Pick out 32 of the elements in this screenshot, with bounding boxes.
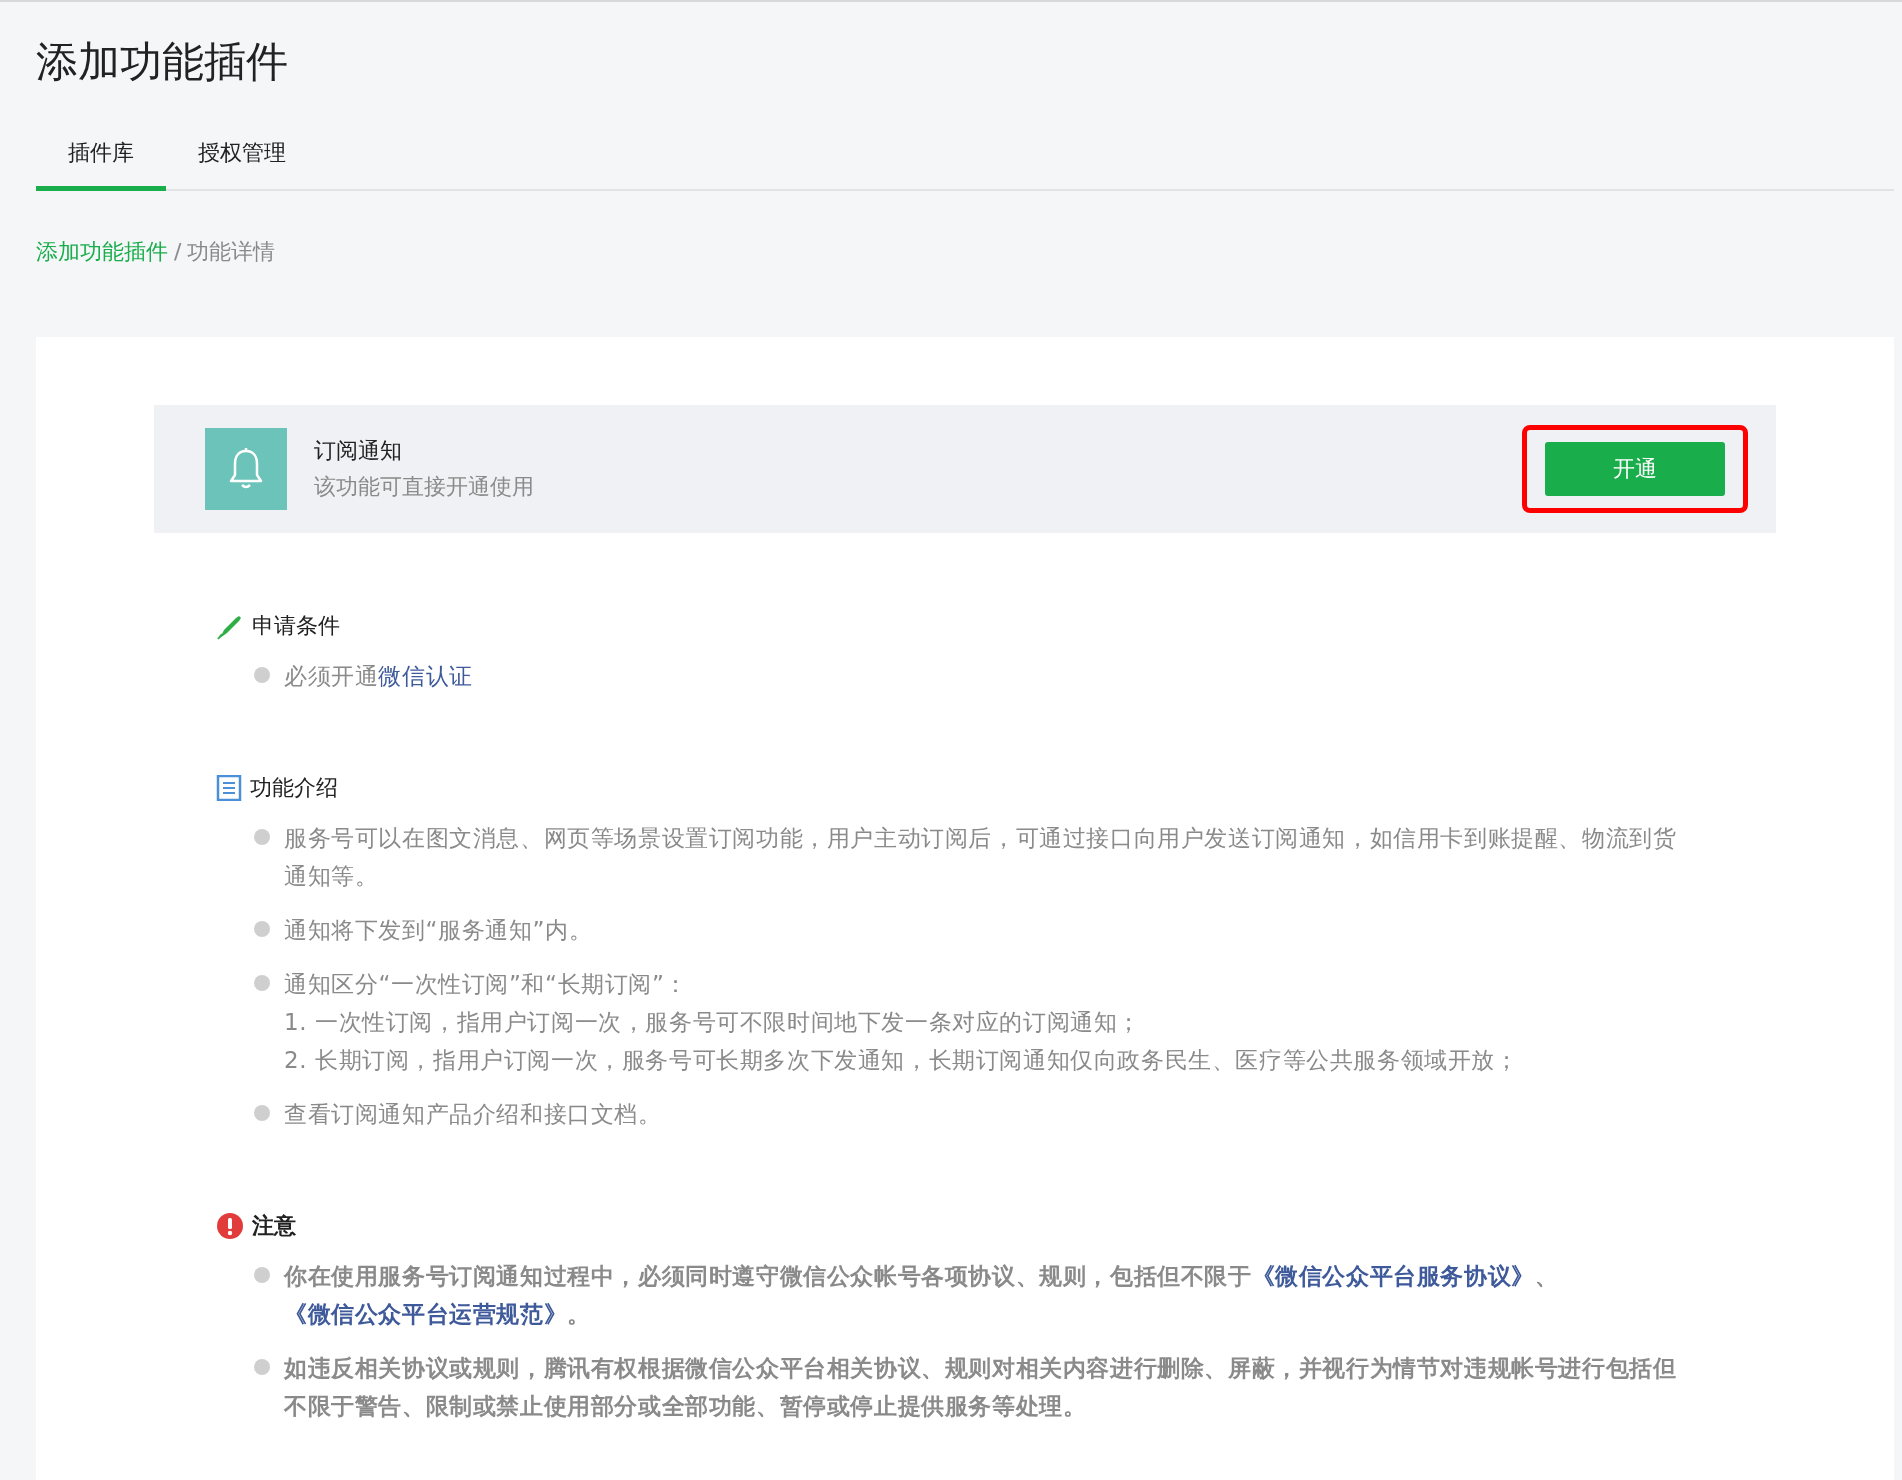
bullet-dot: [254, 1359, 270, 1375]
text-link[interactable]: 《微信公众平台运营规范》: [284, 1301, 568, 1327]
bullet-dot: [254, 921, 270, 937]
bullet-dot: [254, 1105, 270, 1121]
bullet-text: 你在使用服务号订阅通知过程中，必须同时遵守微信公众帐号各项协议、规则，包括但不限于《微信公众平台服务协议》、 《微信公众平台运营规范》。: [284, 1262, 1560, 1329]
numbered-line: 2. 长期订阅，指用户订阅一次，服务号可长期多次下发通知，长期订阅通知仅向政务民生、医疗等公共服务领域开放；: [284, 1046, 1519, 1075]
bullet-text: 通知将下发到“服务通知”内。: [284, 916, 593, 945]
text-link[interactable]: 《微信公众平台服务协议》: [1251, 1263, 1535, 1289]
tab[interactable]: 授权管理: [166, 138, 318, 191]
bullet-text: 必须开通微信认证: [284, 662, 473, 691]
bullet-dot: [254, 1267, 270, 1283]
breadcrumb-current: 功能详情: [187, 238, 276, 266]
section-title: 注意: [252, 1212, 296, 1240]
numbered-line: 1. 一次性订阅，指用户订阅一次，服务号可不限时间地下发一条对应的订阅通知；: [284, 1008, 1143, 1037]
bullet-text: 如违反相关协议或规则，腾讯有权根据微信公众平台相关协议、规则对相关内容进行删除、屏蔽，并视行为情节对违规帐号进行包括但不限于警告、限制或禁止使用部分或全部功能、暂停或停止提供服务等处理。: [284, 1354, 1678, 1421]
document-icon: [216, 775, 242, 801]
bullet-dot: [254, 975, 270, 991]
alert-icon: [216, 1212, 244, 1240]
page-title: 添加功能插件: [36, 36, 289, 88]
bullet-text: 查看订阅通知产品介绍和接口文档。: [284, 1100, 662, 1129]
plugin-name: 订阅通知: [314, 437, 403, 465]
bullet-dot: [254, 667, 270, 683]
tab[interactable]: 插件库: [36, 138, 166, 191]
bullet-text: 通知区分“一次性订阅”和“长期订阅”：: [284, 970, 690, 999]
text-link[interactable]: 微信认证: [378, 663, 473, 689]
plugin-description: 该功能可直接开通使用: [314, 473, 535, 501]
bullet-text: 服务号可以在图文消息、网页等场景设置订阅功能，用户主动订阅后，可通过接口向用户发送订阅通知，如信用卡到账提醒、物流到货通知等。: [284, 824, 1678, 891]
section-title: 申请条件: [252, 612, 340, 640]
breadcrumb-separator: /: [174, 238, 182, 266]
bullet-dot: [254, 829, 270, 845]
bell-icon: [205, 428, 287, 510]
section-title: 功能介绍: [250, 774, 338, 802]
